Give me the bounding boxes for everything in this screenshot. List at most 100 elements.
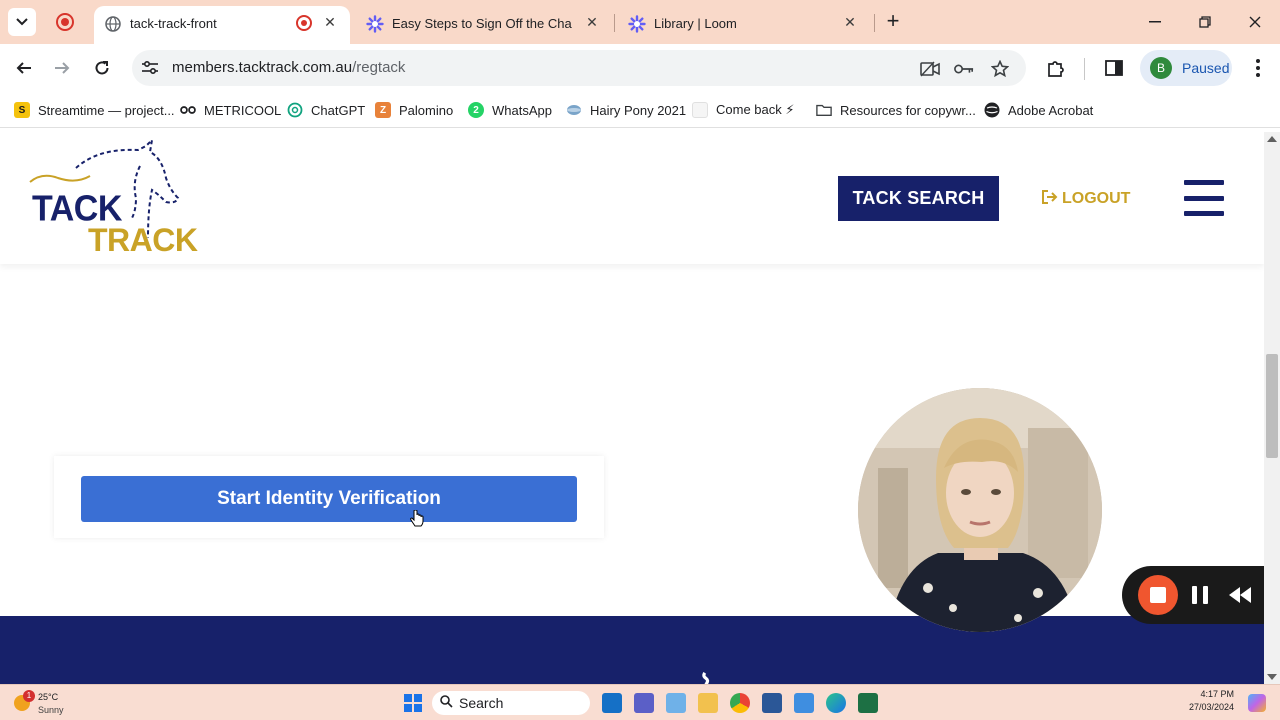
side-panel-button[interactable] bbox=[1102, 56, 1126, 80]
search-icon bbox=[440, 695, 453, 711]
bookmark-chatgpt[interactable]: ChatGPT bbox=[287, 100, 365, 120]
scrollbar-thumb[interactable] bbox=[1266, 354, 1278, 458]
logout-label: LOGOUT bbox=[1062, 190, 1131, 207]
restart-recording-button[interactable] bbox=[1228, 586, 1252, 604]
clock-date: 27/03/2024 bbox=[1188, 702, 1234, 712]
close-tab-icon[interactable]: ✕ bbox=[582, 12, 602, 32]
recording-indicator-icon bbox=[56, 13, 74, 31]
weather-alert-badge: 1 bbox=[23, 690, 35, 702]
streamtime-icon: S bbox=[14, 102, 30, 118]
tab-search-button[interactable] bbox=[8, 8, 36, 36]
address-url: members.tacktrack.com.au/regtack bbox=[172, 59, 405, 76]
webcam-person-image bbox=[858, 388, 1102, 632]
key-icon[interactable] bbox=[954, 59, 974, 79]
windows-start-icon[interactable] bbox=[404, 694, 422, 712]
site-header: TACK TRACK TACK SEARCH LOGOUT bbox=[0, 132, 1264, 264]
pause-recording-button[interactable] bbox=[1192, 586, 1208, 604]
tab-title: Easy Steps to Sign Off the Chapter bbox=[392, 16, 572, 31]
weather-widget[interactable]: 1 25°C Sunny bbox=[14, 689, 84, 717]
weather-temperature: 25°C bbox=[38, 692, 59, 702]
profile-button[interactable]: B Paused bbox=[1140, 50, 1232, 86]
minimize-window-button[interactable] bbox=[1140, 8, 1170, 36]
bookmark-label: Hairy Pony 2021 bbox=[590, 102, 687, 118]
taskbar-search-box[interactable]: Search bbox=[432, 691, 590, 715]
scroll-down-icon[interactable] bbox=[1267, 674, 1277, 680]
outlook-icon[interactable] bbox=[602, 693, 622, 713]
bookmark-hairy-pony[interactable]: Hairy Pony 2021 bbox=[566, 100, 686, 120]
footer-band: ⌇ bbox=[0, 616, 1264, 684]
tab-divider bbox=[614, 14, 615, 32]
hand-cursor-icon bbox=[410, 510, 424, 527]
webcam-bubble[interactable] bbox=[858, 388, 1102, 632]
scroll-up-icon[interactable] bbox=[1267, 136, 1277, 142]
copilot-icon[interactable] bbox=[1248, 694, 1266, 712]
system-clock[interactable]: 4:17 PM 27/03/2024 bbox=[1170, 688, 1234, 714]
bookmark-label: Adobe Acrobat bbox=[1008, 102, 1094, 118]
tab-tack-track-front[interactable]: tack-track-front ✕ bbox=[94, 6, 350, 44]
site-info-icon[interactable] bbox=[140, 59, 160, 77]
new-tab-button[interactable]: + bbox=[880, 8, 906, 34]
tab-easy-steps[interactable]: Easy Steps to Sign Off the Chapter ✕ bbox=[356, 6, 612, 44]
minimize-icon bbox=[1149, 21, 1161, 23]
bookmark-adobe-acrobat[interactable]: Adobe Acrobat bbox=[984, 100, 1093, 120]
close-icon bbox=[1249, 16, 1261, 28]
teams-icon[interactable] bbox=[634, 693, 654, 713]
bookmark-metricool[interactable]: METRICOOL bbox=[180, 100, 281, 120]
tack-track-logo[interactable]: TACK TRACK bbox=[28, 138, 198, 258]
arrow-left-icon bbox=[16, 62, 31, 74]
edge-icon[interactable] bbox=[826, 693, 846, 713]
footer-logo-fragment: ⌇ bbox=[697, 667, 716, 684]
close-tab-icon[interactable]: ✕ bbox=[840, 12, 860, 32]
tab-title: tack-track-front bbox=[130, 16, 217, 31]
address-bar[interactable]: members.tacktrack.com.au/regtack bbox=[132, 50, 1026, 86]
globe-icon bbox=[566, 102, 582, 118]
toolbar-divider bbox=[1084, 58, 1085, 80]
camera-icon[interactable] bbox=[920, 59, 940, 79]
stop-recording-button[interactable] bbox=[1138, 575, 1178, 615]
word-icon[interactable] bbox=[762, 693, 782, 713]
weather-condition: Sunny bbox=[38, 705, 64, 715]
browser-menu-button[interactable] bbox=[1248, 56, 1268, 80]
globe-icon bbox=[104, 15, 122, 33]
rewind-icon bbox=[1229, 587, 1251, 603]
browser-toolbar: members.tacktrack.com.au/regtack B Pause… bbox=[0, 44, 1280, 92]
forward-button[interactable] bbox=[48, 54, 76, 82]
clock-time: 4:17 PM bbox=[1200, 689, 1234, 699]
chrome-icon[interactable] bbox=[730, 693, 750, 713]
back-button[interactable] bbox=[10, 54, 38, 82]
bookmark-label: Palomino bbox=[399, 102, 454, 118]
close-window-button[interactable] bbox=[1240, 8, 1270, 36]
browser-tab-strip: tack-track-front ✕ Easy Steps to Sign Of… bbox=[0, 0, 1280, 44]
reload-button[interactable] bbox=[88, 54, 116, 82]
bookmark-streamtime[interactable]: S Streamtime — project... bbox=[14, 100, 175, 120]
snipping-tool-icon[interactable] bbox=[666, 693, 686, 713]
star-icon[interactable] bbox=[990, 59, 1010, 79]
bookmark-resources-folder[interactable]: Resources for copywr... bbox=[816, 100, 976, 120]
tack-search-button[interactable]: TACK SEARCH bbox=[838, 176, 999, 221]
tab-recording-icon bbox=[296, 15, 312, 31]
restore-icon bbox=[1199, 16, 1211, 28]
bookmark-come-back[interactable]: Come back ⚡ bbox=[692, 100, 795, 120]
excel-icon[interactable] bbox=[858, 693, 878, 713]
menu-hamburger-icon[interactable] bbox=[1184, 180, 1224, 216]
file-explorer-icon[interactable] bbox=[698, 693, 718, 713]
chevron-down-icon bbox=[16, 18, 28, 26]
page-scrollbar[interactable] bbox=[1264, 132, 1280, 684]
logout-link[interactable]: LOGOUT bbox=[1042, 188, 1130, 210]
page-viewport: TACK TRACK TACK SEARCH LOGOUT Start Iden… bbox=[0, 132, 1264, 684]
bookmark-label: ChatGPT bbox=[311, 102, 366, 118]
tab-divider bbox=[874, 14, 875, 32]
folder-icon bbox=[816, 102, 832, 118]
photos-icon[interactable] bbox=[794, 693, 814, 713]
side-panel-icon bbox=[1105, 60, 1123, 76]
tab-title: Library | Loom bbox=[654, 16, 737, 31]
bookmark-whatsapp[interactable]: 2 WhatsApp bbox=[468, 100, 552, 120]
palomino-icon: Z bbox=[375, 102, 391, 118]
extensions-button[interactable] bbox=[1044, 56, 1068, 80]
tab-library-loom[interactable]: Library | Loom ✕ bbox=[618, 6, 870, 44]
restore-window-button[interactable] bbox=[1190, 8, 1220, 36]
bookmark-palomino[interactable]: Z Palomino bbox=[375, 100, 453, 120]
bookmark-label: Resources for copywr... bbox=[840, 102, 976, 118]
start-identity-verification-button[interactable]: Start Identity Verification bbox=[81, 476, 577, 522]
close-tab-icon[interactable]: ✕ bbox=[320, 12, 340, 32]
